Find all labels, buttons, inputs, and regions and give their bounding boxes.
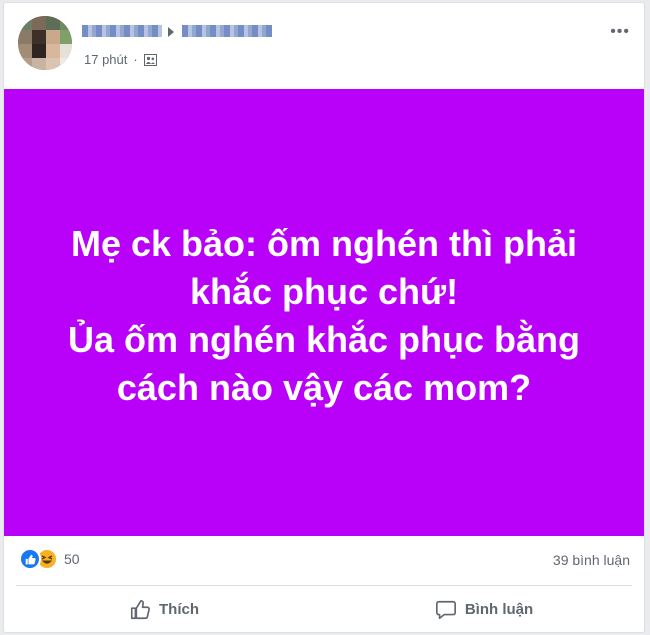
- like-label: Thích: [159, 601, 199, 618]
- post-actions: Thích Bình luận: [4, 587, 644, 632]
- post-meta: 17 phút ·: [84, 52, 157, 67]
- more-icon[interactable]: •••: [610, 23, 630, 41]
- post-text-line: khắc phục chứ!: [189, 270, 459, 312]
- post-header: 17 phút · •••: [4, 3, 644, 89]
- comment-icon: [435, 600, 456, 619]
- comment-button[interactable]: Bình luận: [324, 587, 644, 632]
- post-image-text: Mẹ ck bảo: ốm nghén thì phải khắc phục c…: [68, 214, 580, 412]
- post-text-line: cách nào vậy các mom?: [116, 366, 532, 408]
- post-image[interactable]: Mẹ ck bảo: ốm nghén thì phải khắc phục c…: [4, 89, 644, 536]
- thumbs-up-icon: [130, 599, 150, 619]
- blurred-author-name: [82, 25, 162, 37]
- post-card: 17 phút · ••• Mẹ ck bảo: ốm nghén thì ph…: [3, 2, 645, 633]
- post-text-line: Mẹ ck bảo: ốm nghén thì phải: [70, 222, 578, 264]
- reaction-count: 50: [64, 551, 80, 567]
- separator: ·: [133, 52, 138, 67]
- post-time[interactable]: 17 phút: [84, 52, 127, 67]
- divider: [16, 585, 632, 586]
- comment-label: Bình luận: [464, 601, 534, 618]
- like-icon: [19, 548, 41, 570]
- avatar[interactable]: [18, 16, 72, 70]
- reactions-summary[interactable]: 50: [19, 548, 80, 570]
- post-stats: 50 39 bình luận: [4, 540, 644, 580]
- friends-icon[interactable]: [143, 53, 157, 66]
- arrow-right-icon: [168, 27, 174, 37]
- like-button[interactable]: Thích: [4, 587, 324, 632]
- comments-count[interactable]: 39 bình luận: [553, 552, 630, 568]
- post-text-line: Ủa ốm nghén khắc phục bằng: [67, 318, 581, 360]
- blurred-group-name: [182, 25, 272, 37]
